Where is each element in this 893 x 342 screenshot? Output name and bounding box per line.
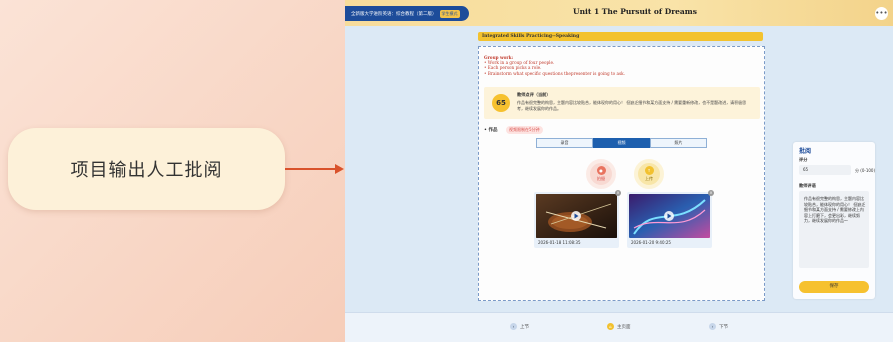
score-comment: 作品有很完整的构思，主题内容比较贴合，能体现你的用心！ 但缺乏细节和某方面支持 … — [517, 100, 747, 111]
footer-nav: ‹ 上节 ⌂ 主页面 › 下节 — [345, 312, 893, 342]
section-title: Integrated Skills Practicing--Speaking — [478, 32, 763, 41]
annotation-callout: 项目输出人工批阅 — [8, 128, 285, 210]
comment-textarea[interactable]: 作品有很完整的构思，主题内容比较贴合，能体现你的用心！ 但缺乏细节和某方面支持 … — [799, 191, 869, 268]
prev-button[interactable]: ‹ 上节 — [510, 323, 529, 330]
record-label: 拍摄 — [597, 176, 605, 181]
tab-photo[interactable]: 照片 — [650, 138, 707, 148]
review-title: 批阅 — [799, 148, 812, 155]
group-work-item: • Brainstorm what specific questions the… — [484, 70, 626, 76]
camera-icon: ● — [596, 166, 606, 175]
video-date: 2026-01-20 9:40:25 — [631, 240, 671, 245]
callout-text: 项目输出人工批阅 — [70, 160, 223, 181]
score-title: 教师点评（当前） — [517, 92, 551, 97]
tab-video[interactable]: 视频 — [593, 138, 650, 148]
score-input[interactable]: 65 — [799, 165, 851, 175]
more-dots-icon[interactable]: ••• — [875, 7, 888, 20]
upload-label: 上传 — [645, 176, 653, 181]
course-pill[interactable]: 全新版大学进阶英语：综合教程（第二版） 学生模式 — [345, 6, 469, 21]
course-tag: 学生模式 — [439, 9, 460, 18]
score-badge: 65 — [492, 94, 510, 112]
prev-label: 上节 — [520, 324, 529, 330]
score-box: 65 教师点评（当前） 作品有很完整的构思，主题内容比较贴合，能体现你的用心！ … — [484, 87, 760, 119]
violin-image — [536, 194, 617, 238]
video-thumbnail[interactable]: × 2026-01-18 11:08:35 — [534, 190, 621, 248]
course-name: 全新版大学进阶英语：综合教程（第二版） — [351, 11, 437, 17]
annotation-arrow — [285, 168, 337, 170]
record-button[interactable]: ● 拍摄 — [586, 159, 616, 189]
video-date: 2026-01-18 11:08:35 — [538, 240, 581, 245]
home-icon: ⌂ — [607, 323, 614, 330]
app-window: 全新版大学进阶英语：综合教程（第二版） 学生模式 Unit 1 The Purs… — [345, 0, 893, 342]
comment-label: 教师评语 — [799, 183, 816, 188]
score-unit: 分 (0-100) — [855, 168, 876, 173]
top-bar: 全新版大学进阶英语：综合教程（第二版） 学生模式 Unit 1 The Purs… — [345, 0, 893, 26]
score-label: 评分 — [799, 157, 808, 162]
chevron-right-icon: › — [709, 323, 716, 330]
home-label: 主页面 — [617, 324, 631, 330]
delete-video-icon[interactable]: × — [708, 190, 714, 196]
group-work-instructions: Group work: • Work in a group of four pe… — [484, 55, 625, 76]
task-card: Group work: • Work in a group of four pe… — [478, 46, 765, 301]
arrow-head-icon — [335, 164, 344, 174]
upload-button[interactable]: ↑ 上传 — [634, 159, 664, 189]
home-button[interactable]: ⌂ 主页面 — [607, 323, 631, 330]
works-label: • 作品 — [484, 128, 498, 133]
next-label: 下节 — [719, 324, 728, 330]
works-hint-badge: 视频限制在5分钟 — [506, 126, 543, 134]
unit-title: Unit 1 The Pursuit of Dreams — [573, 7, 697, 16]
upload-icon: ↑ — [644, 166, 654, 175]
next-button[interactable]: › 下节 — [709, 323, 728, 330]
review-panel: 批阅 评分 65 分 (0-100) 教师评语 作品有很完整的构思，主题内容比较… — [793, 142, 875, 299]
chevron-left-icon: ‹ — [510, 323, 517, 330]
works-tabs: 录音 视频 照片 — [536, 138, 708, 148]
video-thumbnail[interactable]: × 2026-01-20 9:40:25 — [627, 190, 714, 248]
delete-video-icon[interactable]: × — [615, 190, 621, 196]
tab-audio[interactable]: 录音 — [536, 138, 593, 148]
save-button[interactable]: 保存 — [799, 281, 869, 293]
abstract-image — [629, 194, 710, 238]
